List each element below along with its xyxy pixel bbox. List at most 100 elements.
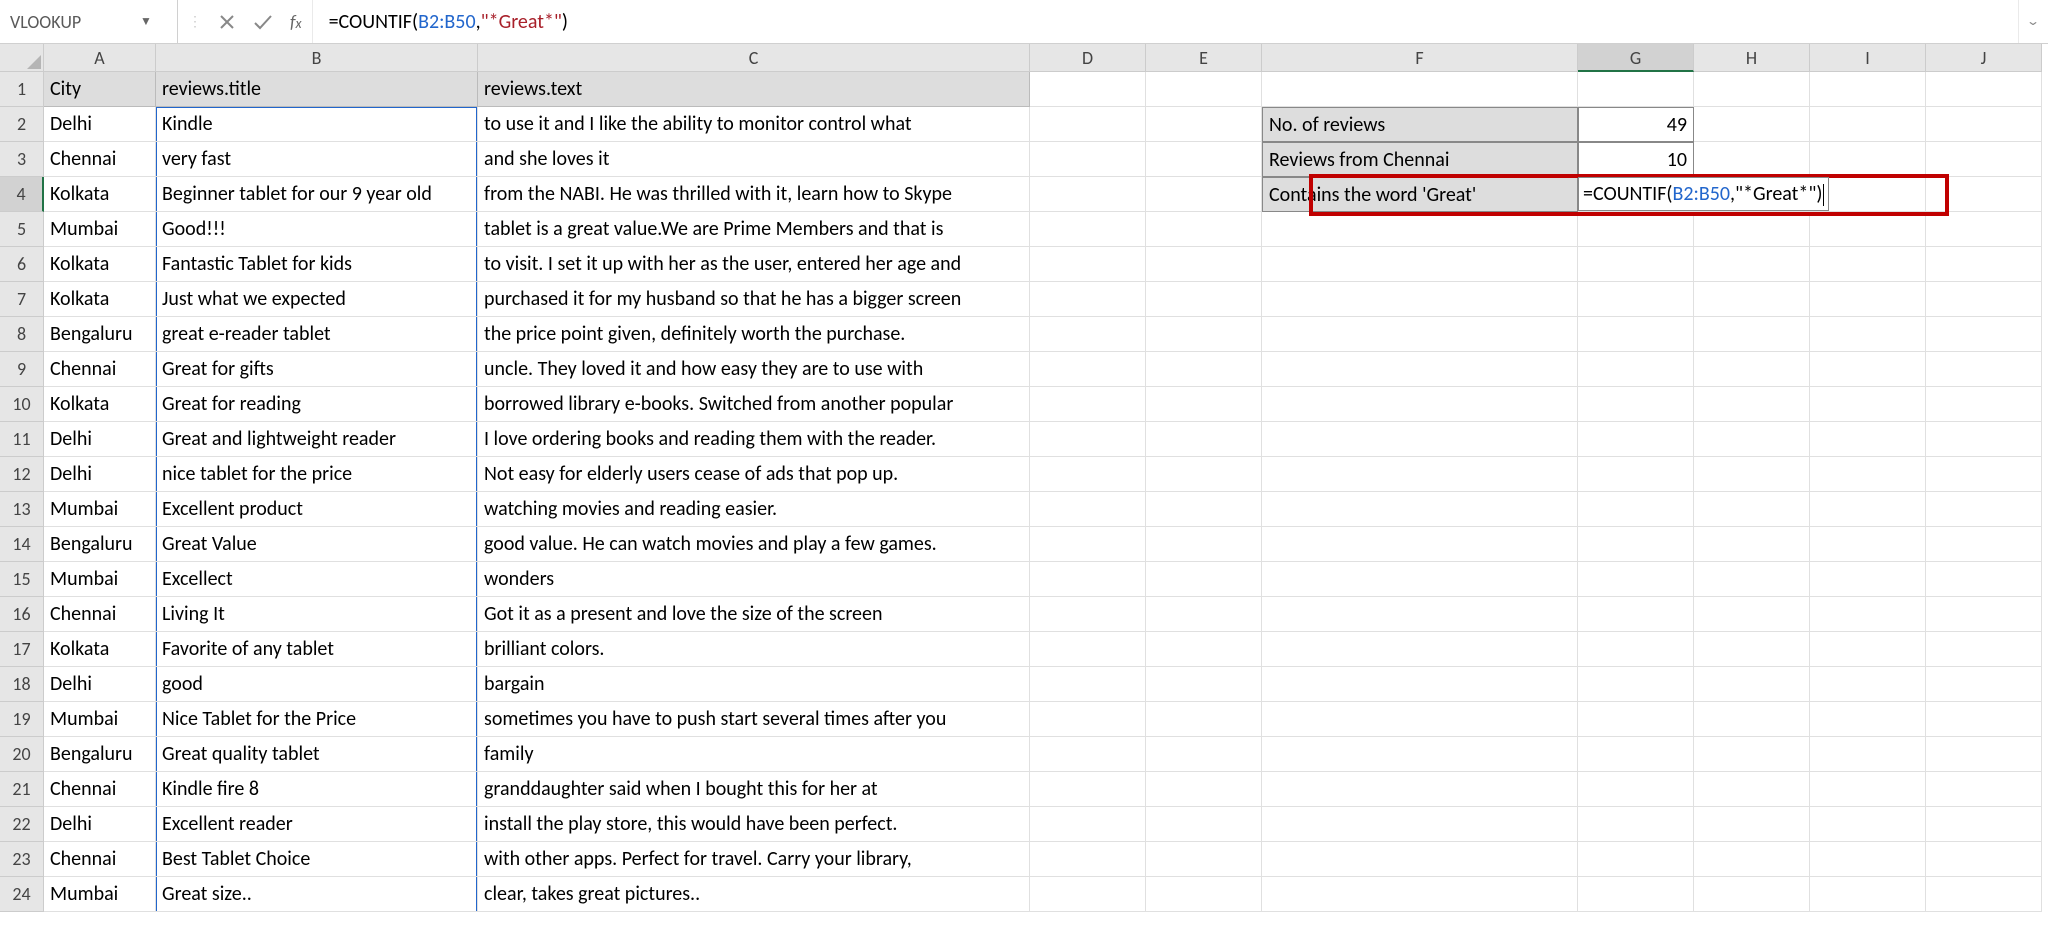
column-header-G[interactable]: G	[1578, 44, 1694, 72]
cell-I5[interactable]	[1810, 212, 1926, 247]
row-header-2[interactable]: 2	[0, 107, 44, 142]
cell-C11[interactable]: I love ordering books and reading them w…	[478, 422, 1030, 457]
cell-F2[interactable]: No. of reviews	[1262, 107, 1578, 142]
cell-J1[interactable]	[1926, 72, 2042, 107]
row-header-16[interactable]: 16	[0, 597, 44, 632]
cell-A16[interactable]: Chennai	[44, 597, 156, 632]
cell-D22[interactable]	[1030, 807, 1146, 842]
cell-H8[interactable]	[1694, 317, 1810, 352]
cell-J17[interactable]	[1926, 632, 2042, 667]
cell-D23[interactable]	[1030, 842, 1146, 877]
cell-E24[interactable]	[1146, 877, 1262, 912]
cell-B17[interactable]: Favorite of any tablet	[156, 632, 478, 667]
cell-C5[interactable]: tablet is a great value.We are Prime Mem…	[478, 212, 1030, 247]
cell-C19[interactable]: sometimes you have to push start several…	[478, 702, 1030, 737]
cell-H10[interactable]	[1694, 387, 1810, 422]
cell-J13[interactable]	[1926, 492, 2042, 527]
cell-B19[interactable]: Nice Tablet for the Price	[156, 702, 478, 737]
cell-J10[interactable]	[1926, 387, 2042, 422]
cell-E8[interactable]	[1146, 317, 1262, 352]
cell-I18[interactable]	[1810, 667, 1926, 702]
row-header-21[interactable]: 21	[0, 772, 44, 807]
cell-D20[interactable]	[1030, 737, 1146, 772]
row-header-19[interactable]: 19	[0, 702, 44, 737]
cell-E4[interactable]	[1146, 177, 1262, 212]
cell-G23[interactable]	[1578, 842, 1694, 877]
cell-A11[interactable]: Delhi	[44, 422, 156, 457]
row-header-14[interactable]: 14	[0, 527, 44, 562]
cell-E18[interactable]	[1146, 667, 1262, 702]
formula-input[interactable]: =COUNTIF(B2:B50,"*Great*")	[329, 10, 568, 34]
cell-G24[interactable]	[1578, 877, 1694, 912]
cell-F10[interactable]	[1262, 387, 1578, 422]
cell-C10[interactable]: borrowed library e-books. Switched from …	[478, 387, 1030, 422]
cell-D5[interactable]	[1030, 212, 1146, 247]
cell-B24[interactable]: Great size..	[156, 877, 478, 912]
cell-C12[interactable]: Not easy for elderly users cease of ads …	[478, 457, 1030, 492]
cell-A3[interactable]: Chennai	[44, 142, 156, 177]
cell-F11[interactable]	[1262, 422, 1578, 457]
column-header-C[interactable]: C	[478, 44, 1030, 72]
cell-F13[interactable]	[1262, 492, 1578, 527]
cell-E14[interactable]	[1146, 527, 1262, 562]
cell-I17[interactable]	[1810, 632, 1926, 667]
cell-A13[interactable]: Mumbai	[44, 492, 156, 527]
cell-D9[interactable]	[1030, 352, 1146, 387]
cell-H7[interactable]	[1694, 282, 1810, 317]
row-header-11[interactable]: 11	[0, 422, 44, 457]
cell-J9[interactable]	[1926, 352, 2042, 387]
cell-B9[interactable]: Great for gifts	[156, 352, 478, 387]
cell-H21[interactable]	[1694, 772, 1810, 807]
cell-A20[interactable]: Bengaluru	[44, 737, 156, 772]
cell-D19[interactable]	[1030, 702, 1146, 737]
cell-A23[interactable]: Chennai	[44, 842, 156, 877]
cell-I11[interactable]	[1810, 422, 1926, 457]
cell-H23[interactable]	[1694, 842, 1810, 877]
cell-A10[interactable]: Kolkata	[44, 387, 156, 422]
cancel-button[interactable]	[218, 13, 236, 31]
cell-B21[interactable]: Kindle fire 8	[156, 772, 478, 807]
cell-H16[interactable]	[1694, 597, 1810, 632]
cell-D8[interactable]	[1030, 317, 1146, 352]
cell-G7[interactable]	[1578, 282, 1694, 317]
cell-I1[interactable]	[1810, 72, 1926, 107]
cell-C21[interactable]: granddaughter said when I bought this fo…	[478, 772, 1030, 807]
cell-I20[interactable]	[1810, 737, 1926, 772]
cell-D11[interactable]	[1030, 422, 1146, 457]
cell-B3[interactable]: very fast	[156, 142, 478, 177]
cell-J15[interactable]	[1926, 562, 2042, 597]
cell-H17[interactable]	[1694, 632, 1810, 667]
cell-I12[interactable]	[1810, 457, 1926, 492]
cell-F24[interactable]	[1262, 877, 1578, 912]
cell-H24[interactable]	[1694, 877, 1810, 912]
cell-F8[interactable]	[1262, 317, 1578, 352]
cell-F3[interactable]: Reviews from Chennai	[1262, 142, 1578, 177]
row-header-10[interactable]: 10	[0, 387, 44, 422]
cell-J6[interactable]	[1926, 247, 2042, 282]
cell-F19[interactable]	[1262, 702, 1578, 737]
cell-C4[interactable]: from the NABI. He was thrilled with it, …	[478, 177, 1030, 212]
cell-F7[interactable]	[1262, 282, 1578, 317]
cell-A5[interactable]: Mumbai	[44, 212, 156, 247]
cell-B12[interactable]: nice tablet for the price	[156, 457, 478, 492]
cell-D12[interactable]	[1030, 457, 1146, 492]
cell-C6[interactable]: to visit. I set it up with her as the us…	[478, 247, 1030, 282]
cell-J4[interactable]	[1926, 177, 2042, 212]
fx-icon[interactable]: fx	[290, 11, 302, 33]
cell-G22[interactable]	[1578, 807, 1694, 842]
cell-I3[interactable]	[1810, 142, 1926, 177]
cell-G16[interactable]	[1578, 597, 1694, 632]
cell-D21[interactable]	[1030, 772, 1146, 807]
cell-C16[interactable]: Got it as a present and love the size of…	[478, 597, 1030, 632]
cell-C1[interactable]: reviews.text	[478, 72, 1030, 107]
cell-D7[interactable]	[1030, 282, 1146, 317]
cell-A15[interactable]: Mumbai	[44, 562, 156, 597]
cell-B1[interactable]: reviews.title	[156, 72, 478, 107]
cell-F14[interactable]	[1262, 527, 1578, 562]
enter-button[interactable]	[252, 13, 274, 31]
cell-J16[interactable]	[1926, 597, 2042, 632]
cell-I13[interactable]	[1810, 492, 1926, 527]
cell-F18[interactable]	[1262, 667, 1578, 702]
name-box[interactable]	[10, 11, 140, 33]
cell-I6[interactable]	[1810, 247, 1926, 282]
